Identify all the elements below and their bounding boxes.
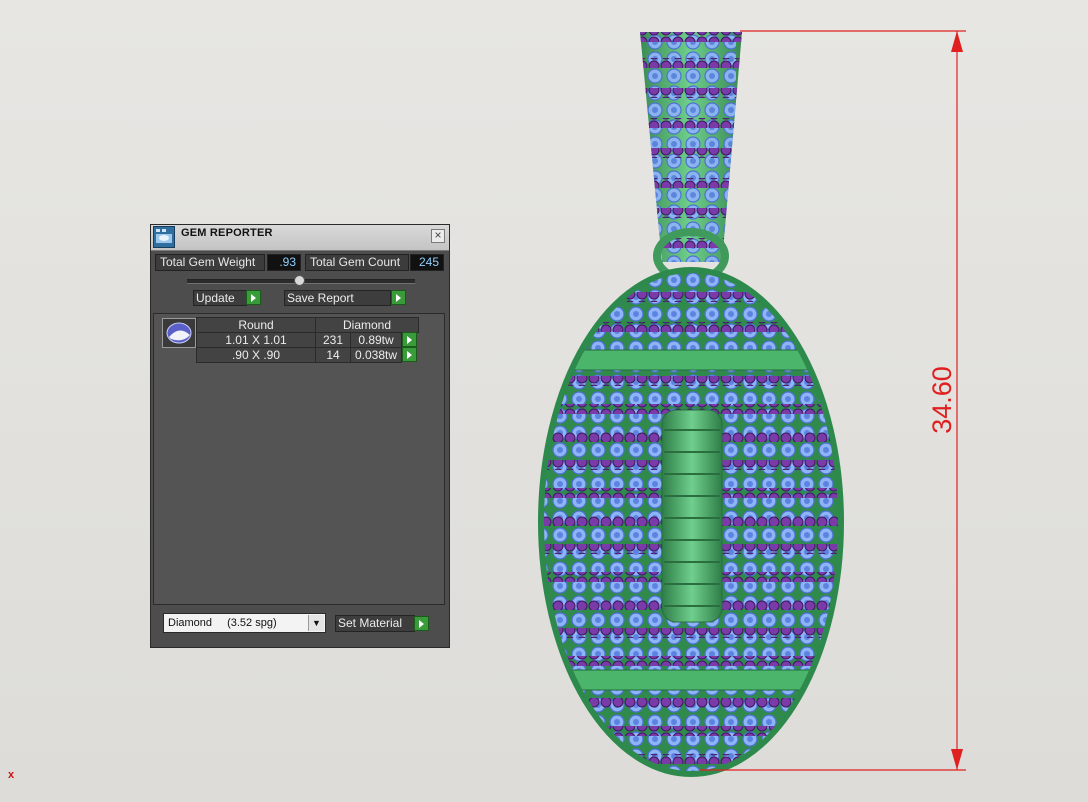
dropdown-arrow-icon[interactable]: ▼ [308, 615, 324, 631]
save-report-go-icon[interactable] [391, 290, 406, 305]
row-go-icon[interactable] [402, 347, 417, 362]
table-header-shape: Round [196, 317, 316, 333]
row-count: 231 [315, 332, 351, 348]
material-gravity: (3.52 spg) [227, 617, 277, 629]
row-size: .90 X .90 [196, 347, 316, 363]
row-weight: 0.038tw [350, 347, 402, 363]
total-gem-weight-value: .93 [267, 254, 301, 271]
set-material-button[interactable]: Set Material [335, 615, 415, 632]
row-size: 1.01 X 1.01 [196, 332, 316, 348]
total-gem-weight-label: Total Gem Weight [155, 254, 265, 271]
table-header-material: Diamond [315, 317, 419, 333]
set-material-go-icon[interactable] [414, 616, 429, 631]
update-go-icon[interactable] [246, 290, 261, 305]
set-material-button-label: Set Material [338, 616, 403, 630]
update-button[interactable]: Update [193, 290, 247, 306]
material-name: Diamond [168, 617, 213, 629]
close-icon[interactable]: × [431, 229, 445, 243]
gem-reporter-panel: GEM REPORTER × Total Gem Weight .93 Tota… [150, 224, 450, 648]
row-go-icon[interactable] [402, 332, 417, 347]
round-gem-icon [162, 318, 196, 348]
gem-list: Round Diamond 1.01 X 1.01 231 0.89tw .90… [153, 313, 445, 605]
panel-titlebar[interactable]: GEM REPORTER × [151, 225, 449, 251]
update-button-label: Update [196, 291, 235, 305]
slider-thumb[interactable] [294, 275, 305, 286]
save-report-button[interactable]: Save Report [284, 290, 391, 306]
total-gem-count-label: Total Gem Count [305, 254, 409, 271]
row-weight: 0.89tw [350, 332, 402, 348]
gem-reporter-icon [153, 226, 175, 248]
dimension-label: 34.60 [927, 366, 957, 434]
save-report-button-label: Save Report [287, 291, 354, 305]
pendant-body [538, 267, 844, 777]
row-count: 14 [315, 347, 351, 363]
panel-title: GEM REPORTER [181, 227, 273, 239]
origin-marker: x [8, 769, 15, 781]
material-select[interactable]: Diamond (3.52 spg) ▼ [163, 613, 326, 633]
total-gem-count-value: 245 [410, 254, 444, 271]
